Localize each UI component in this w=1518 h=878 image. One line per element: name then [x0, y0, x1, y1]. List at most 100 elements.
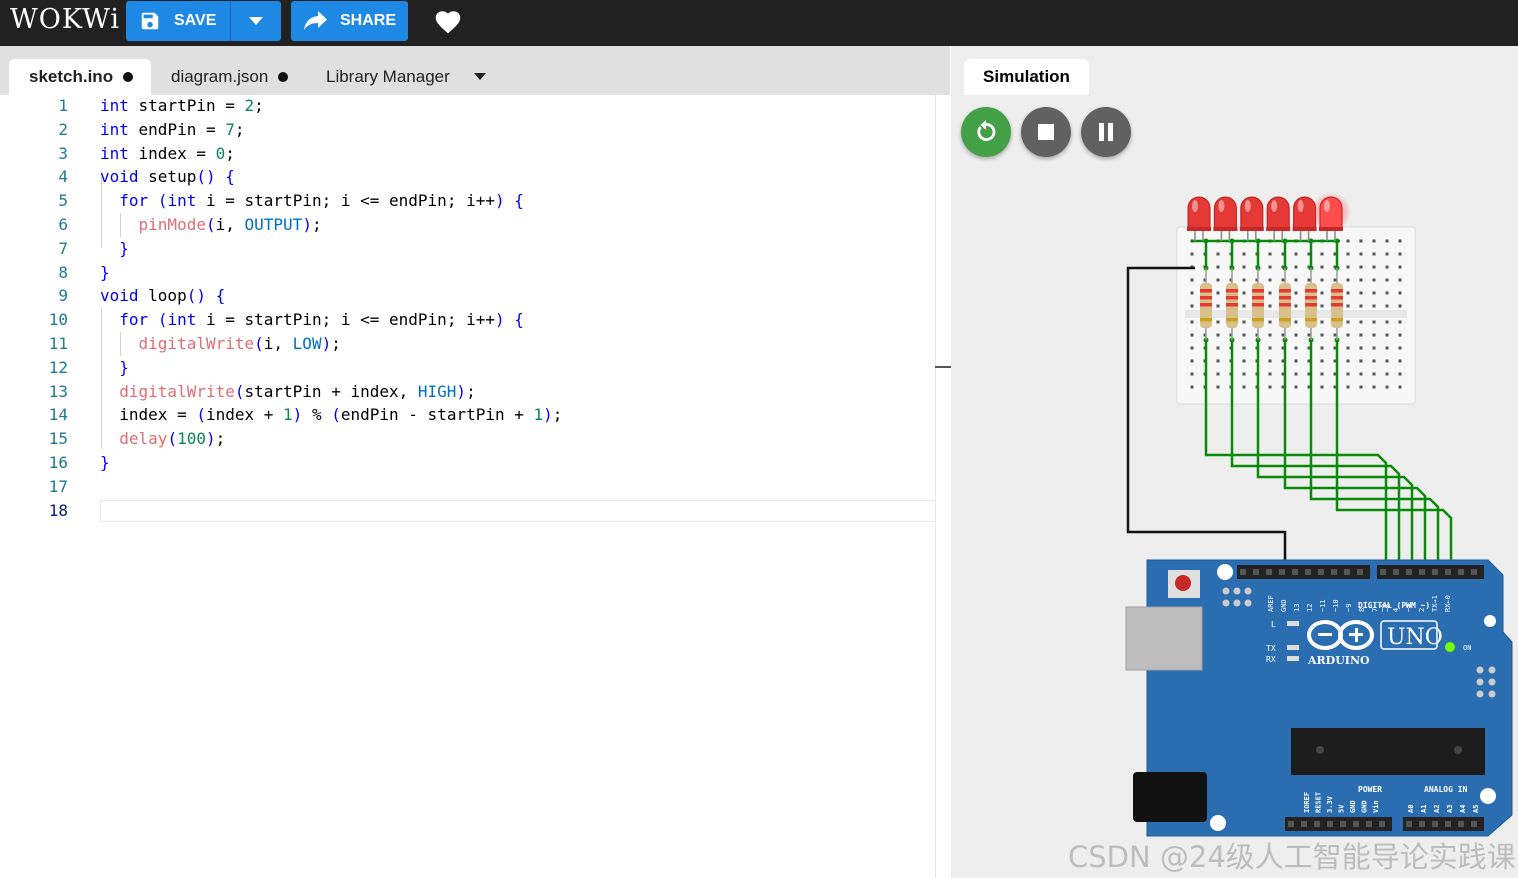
save-button[interactable]: SAVE	[126, 1, 230, 41]
led	[1187, 196, 1211, 231]
code-line[interactable]: }	[100, 263, 110, 282]
pin-label: 5V	[1338, 804, 1346, 813]
code-line[interactable]: void setup() {	[100, 167, 235, 186]
tabs-menu-button[interactable]	[474, 58, 486, 94]
pin-label: 4	[1392, 608, 1400, 612]
line-number: 18	[48, 500, 68, 520]
share-button-label: SHARE	[340, 12, 397, 29]
top-bar: WOKWi SAVE SHARE	[0, 0, 1518, 46]
circuit-canvas: UNO ARDUINO DIGITAL (PWM ~) POWER ANALOG…	[1125, 192, 1513, 837]
pin-label: TX→1	[1431, 595, 1439, 612]
code-line[interactable]: int index = 0;	[100, 144, 235, 163]
wokwi-logo[interactable]: WOKWi	[10, 4, 120, 35]
led	[1319, 196, 1343, 231]
tab-label: sketch.ino	[29, 67, 114, 86]
code-line[interactable]: }	[100, 239, 129, 258]
power-label: POWER	[1358, 785, 1382, 794]
save-button-label: SAVE	[174, 12, 217, 29]
pin-label: RESET	[1315, 792, 1323, 813]
indent-guide	[101, 177, 102, 248]
line-number: 10	[48, 310, 68, 330]
pin-label: 8	[1358, 608, 1366, 612]
code-line[interactable]: for (int i = startPin; i <= endPin; i++)…	[100, 310, 524, 329]
pin-label: GND	[1349, 800, 1357, 813]
power-on-led	[1445, 642, 1455, 652]
tab-label: diagram.json	[171, 67, 269, 86]
tab-label: Library Manager	[326, 67, 450, 86]
code-line[interactable]: for (int i = startPin; i <= endPin; i++)…	[100, 191, 524, 210]
tab-diagram-json[interactable]: diagram.json	[171, 59, 289, 95]
line-number: 2	[58, 119, 68, 139]
breadboard[interactable]	[1176, 226, 1416, 405]
editor-tab-bar: sketch.ino diagram.json Library Manager	[0, 46, 950, 95]
line-number: 1	[58, 96, 68, 115]
code-line[interactable]: void loop() {	[100, 286, 225, 305]
led	[1240, 196, 1264, 231]
code-line[interactable]: int startPin = 2;	[100, 96, 264, 115]
code-line[interactable]: digitalWrite(i, LOW);	[100, 334, 341, 353]
usb-port	[1125, 606, 1203, 671]
power-jack	[1133, 772, 1207, 822]
line-number: 11	[48, 334, 68, 353]
pin-label: 3.3V	[1326, 795, 1334, 813]
rx-label: RX	[1266, 655, 1276, 664]
tab-library-manager[interactable]: Library Manager	[326, 59, 450, 95]
scrollbar-marker	[935, 366, 951, 368]
pin-label: ~5	[1379, 604, 1387, 612]
code-line[interactable]: delay(100);	[100, 429, 225, 448]
line-number: 4	[58, 167, 68, 187]
analog-label: ANALOG IN	[1424, 785, 1468, 794]
code-line[interactable]: }	[100, 358, 129, 377]
pin-label: ~10	[1332, 599, 1340, 612]
pin-label: 2	[1418, 608, 1426, 612]
watermark: CSDN @24级人工智能导论实践课	[1068, 840, 1516, 874]
caret-down-icon	[474, 72, 486, 80]
pin-label: IOREF	[1303, 792, 1311, 813]
reset-button[interactable]	[1175, 575, 1191, 591]
line-number: 16	[48, 453, 68, 472]
pin-label: Vin	[1372, 800, 1380, 813]
line-number: 6	[58, 215, 68, 234]
line-number: 12	[48, 357, 68, 377]
save-button-group: SAVE	[126, 1, 281, 41]
board-brand: ARDUINO	[1307, 654, 1370, 667]
code-line[interactable]: index = (index + 1) % (endPin - startPin…	[100, 405, 562, 424]
pin-label: A4	[1459, 805, 1467, 813]
unsaved-dot-icon	[278, 72, 289, 82]
board-model: UNO	[1387, 625, 1443, 650]
caret-down-icon	[249, 17, 263, 25]
on-label: ON	[1463, 644, 1471, 652]
share-button[interactable]: SHARE	[291, 1, 408, 41]
editor-scrollbar[interactable]	[935, 95, 952, 878]
share-icon	[304, 11, 328, 31]
pin-label: A2	[1433, 805, 1441, 813]
pin-label: 12	[1306, 604, 1314, 612]
code-line[interactable]: int endPin = 7;	[100, 120, 245, 139]
tab-sketch-ino[interactable]: sketch.ino	[9, 59, 151, 95]
line-number: 14	[48, 405, 68, 425]
line-number: 13	[48, 381, 68, 401]
pin-label: ~11	[1319, 599, 1327, 612]
led	[1213, 196, 1237, 231]
pin-label: AREF	[1267, 595, 1275, 612]
line-number: 5	[58, 191, 68, 211]
save-dropdown-button[interactable]	[231, 1, 281, 41]
heart-icon[interactable]	[434, 8, 462, 39]
code-editor[interactable]: 1 int startPin = 2; 2 int endPin = 7; 3 int i…	[0, 95, 948, 878]
save-icon	[139, 10, 161, 32]
code-line[interactable]: digitalWrite(startPin + index, HIGH);	[100, 382, 475, 401]
arduino-uno-board[interactable]: UNO ARDUINO DIGITAL (PWM ~) POWER ANALOG…	[1125, 559, 1513, 837]
line-number: 15	[48, 429, 68, 449]
pin-label: ~9	[1345, 604, 1353, 612]
code-line[interactable]: }	[100, 453, 110, 472]
code-line[interactable]: pinMode(i, OUTPUT);	[100, 215, 322, 234]
line-number: 17	[48, 476, 68, 496]
simulation-pane: Simulation UNO ARDUINO DIGITAL (PWM ~) P…	[951, 46, 1518, 878]
current-line-highlight	[100, 500, 948, 522]
pin-label: GND	[1361, 800, 1369, 813]
pin-label: RX←0	[1444, 595, 1452, 612]
pin-label: 13	[1293, 604, 1301, 612]
l-label: L	[1271, 620, 1276, 629]
pin-label: A0	[1407, 805, 1415, 813]
unsaved-dot-icon	[123, 72, 134, 82]
